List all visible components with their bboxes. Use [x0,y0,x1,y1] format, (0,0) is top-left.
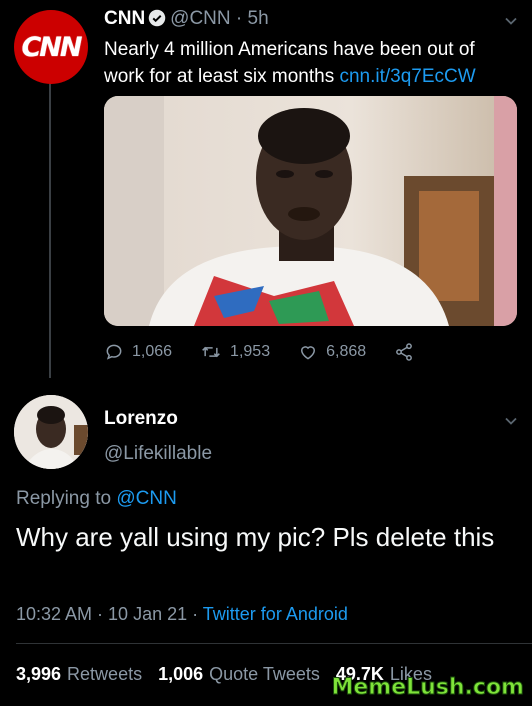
reply-count: 1,066 [132,343,173,360]
reply-source[interactable]: Twitter for Android [203,604,348,624]
tweet-header: CNN @CNN · 5h [104,8,269,30]
like-icon [301,346,316,360]
reply-icon [106,344,122,360]
like-count: 6,868 [326,343,367,360]
reply-avatar[interactable] [14,395,88,469]
retweet-count: 1,953 [230,343,271,360]
replying-to: Replying to @CNN [16,488,177,510]
retweets-count[interactable]: 3,996 [16,664,61,685]
verified-icon [148,9,166,27]
divider [16,643,532,644]
watermark: MemeLush.com [331,675,525,701]
share-icon [396,343,413,361]
retweets-label[interactable]: Retweets [67,664,142,685]
retweet-button[interactable]: 1,953 [200,342,270,362]
author-handle[interactable]: @CNN [170,8,230,29]
share-button[interactable] [394,342,422,362]
reply-meta: 10:32 AM · 10 Jan 21 · Twitter for Andro… [16,604,348,625]
tweet-photo[interactable] [104,96,517,326]
cnn-logo: CNN [21,31,82,63]
reply-author-handle[interactable]: @Lifekillable [104,443,212,465]
quote-tweets-count[interactable]: 1,006 [158,664,203,685]
tweet-time[interactable]: · 5h [236,8,269,29]
cnn-avatar[interactable]: CNN [14,10,88,84]
tweet-link[interactable]: cnn.it/3q7EcCW [339,66,475,87]
like-button[interactable]: 6,868 [298,342,366,362]
tweet-text: Nearly 4 million Americans have been out… [104,36,514,90]
chevron-down-icon [505,417,517,425]
chevron-down-icon [505,17,517,25]
thread-line [49,78,51,378]
reply-timestamp[interactable]: 10:32 AM · 10 Jan 21 · [16,604,198,624]
replying-to-handle[interactable]: @CNN [116,488,176,509]
reply-menu-button[interactable] [504,414,518,433]
reply-button[interactable]: 1,066 [104,342,172,362]
reply-text: Why are yall using my pic? Pls delete th… [16,522,495,552]
photo-image [104,96,517,326]
tweet-menu-button[interactable] [504,14,518,33]
tweet-actions: 1,066 1,953 6,868 [104,342,450,362]
replying-to-label: Replying to [16,488,112,509]
avatar-image [14,395,88,469]
quote-tweets-label[interactable]: Quote Tweets [209,664,320,685]
retweet-icon [202,346,220,358]
reply-author-name[interactable]: Lorenzo [104,408,178,430]
author-name[interactable]: CNN [104,8,145,29]
